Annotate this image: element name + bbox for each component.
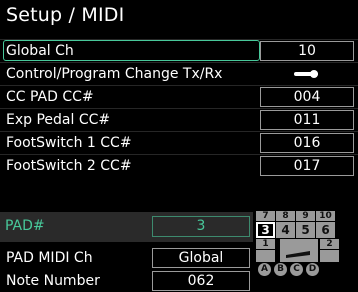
control-program-change-label: Control/Program Change Tx/Rx xyxy=(6,66,223,82)
pad-cell-8[interactable]: 8 xyxy=(276,211,295,221)
pad-cell-4[interactable]: 4 xyxy=(276,222,295,238)
pad-cell-10[interactable]: 10 xyxy=(316,211,335,221)
exp-pedal-cc-value[interactable]: 011 xyxy=(260,110,354,130)
exp-pedal-cc-label: Exp Pedal CC# xyxy=(6,112,111,128)
note-number-value[interactable]: 062 xyxy=(152,271,250,291)
control-program-change-row[interactable]: Control/Program Change Tx/Rx xyxy=(0,62,358,86)
pad-cell-2[interactable]: 2 xyxy=(320,239,339,249)
pad-midi-ch-value[interactable]: Global xyxy=(152,248,250,268)
footswitch-d-icon[interactable]: D xyxy=(306,263,319,276)
cc-pad-cc-value[interactable]: 004 xyxy=(260,87,354,107)
footswitch-2-cc-value[interactable]: 017 xyxy=(260,156,354,176)
toggle-knob xyxy=(310,70,318,78)
pad-midi-ch-row[interactable]: PAD MIDI Ch Global xyxy=(0,247,253,269)
pad-layout-map: 7 8 9 10 3 4 5 6 1 2 A B C D xyxy=(256,211,358,276)
pad-cell-1-base xyxy=(256,250,275,262)
global-ch-row[interactable]: Global Ch 10 xyxy=(0,39,358,63)
expression-pedal-icon xyxy=(280,239,318,262)
footswitch-b-icon[interactable]: B xyxy=(274,263,287,276)
global-ch-label: Global Ch xyxy=(6,43,74,59)
control-program-change-toggle[interactable] xyxy=(292,70,320,78)
pad-cell-6[interactable]: 6 xyxy=(316,222,335,238)
footswitch-c-icon[interactable]: C xyxy=(290,263,303,276)
pad-cell-9[interactable]: 9 xyxy=(296,211,315,221)
footswitch-2-cc-row[interactable]: FootSwitch 2 CC# 017 xyxy=(0,154,358,178)
global-ch-value[interactable]: 10 xyxy=(260,41,354,61)
pad-selector-panel[interactable]: PAD# 3 xyxy=(0,212,253,242)
screen-title: Setup / MIDI xyxy=(6,4,125,26)
pad-cell-5[interactable]: 5 xyxy=(296,222,315,238)
pad-cell-1[interactable]: 1 xyxy=(256,239,275,249)
footswitch-1-cc-value[interactable]: 016 xyxy=(260,133,354,153)
pad-cell-3[interactable]: 3 xyxy=(256,222,275,238)
footswitch-1-cc-label: FootSwitch 1 CC# xyxy=(6,135,132,151)
footswitch-2-cc-label: FootSwitch 2 CC# xyxy=(6,158,132,174)
note-number-row[interactable]: Note Number 062 xyxy=(0,270,253,292)
footswitch-a-icon[interactable]: A xyxy=(258,263,271,276)
exp-pedal-cc-row[interactable]: Exp Pedal CC# 011 xyxy=(0,108,358,132)
pad-number-label: PAD# xyxy=(5,218,45,234)
pad-midi-ch-label: PAD MIDI Ch xyxy=(6,250,93,266)
footswitch-1-cc-row[interactable]: FootSwitch 1 CC# 016 xyxy=(0,131,358,155)
pad-number-value[interactable]: 3 xyxy=(152,216,250,237)
pad-cell-2-base xyxy=(320,250,339,262)
cc-pad-cc-row[interactable]: CC PAD CC# 004 xyxy=(0,85,358,109)
cc-pad-cc-label: CC PAD CC# xyxy=(6,89,94,105)
pad-cell-7[interactable]: 7 xyxy=(256,211,275,221)
